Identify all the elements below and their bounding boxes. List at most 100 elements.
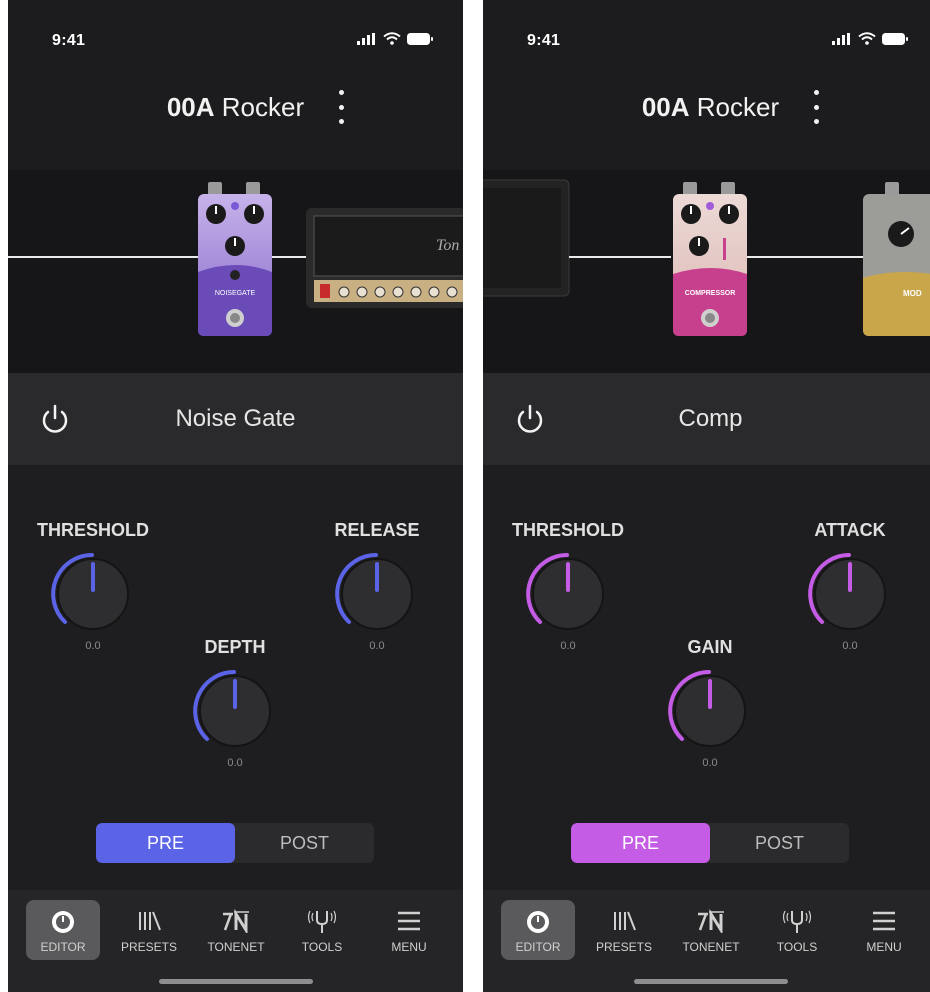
mod-pedal[interactable]: MOD — [861, 180, 930, 338]
signal-icon — [832, 32, 850, 45]
threshold-knob[interactable] — [518, 544, 618, 644]
mod-pedal-text: MOD — [903, 289, 922, 298]
tools-icon — [307, 910, 337, 933]
pre-post-toggle: PRE POST — [96, 823, 374, 863]
noise-gate-pedal[interactable]: NOISEGATE — [196, 180, 274, 338]
presets-icon — [139, 911, 161, 931]
attack-label: ATTACK — [814, 520, 886, 540]
effect-bar: Comp — [483, 373, 930, 465]
tab-tools[interactable]: TOOLS — [285, 900, 359, 960]
editor-icon — [52, 911, 74, 933]
threshold-label: THRESHOLD — [37, 520, 149, 540]
threshold-label: THRESHOLD — [512, 520, 624, 540]
tab-editor-label: EDITOR — [40, 940, 86, 954]
effect-bar: Noise Gate — [8, 373, 463, 465]
home-indicator — [159, 979, 313, 984]
status-bar: 9:41 — [8, 0, 463, 60]
preset-title[interactable]: 00A Rocker — [483, 92, 930, 123]
knob-panel: THRESHOLD 0.0 ATTACK 0.0 GAIN 0.0 PRE PO… — [483, 465, 930, 890]
tab-tools[interactable]: TOOLS — [760, 900, 834, 960]
tab-tonenet-label: TONENET — [207, 940, 265, 954]
gain-knob[interactable] — [660, 661, 760, 761]
amp-head[interactable]: Ton — [306, 208, 463, 308]
tab-bar: EDITOR PRESETS TONENET TOOLS MENU — [8, 890, 463, 992]
tab-tonenet[interactable]: TONENET — [199, 900, 273, 960]
attack-knob-group: ATTACK 0.0 — [790, 520, 910, 652]
signal-chain[interactable]: COMPRESSOR MOD — [483, 170, 930, 373]
effect-name: Noise Gate — [175, 405, 296, 432]
status-icons — [832, 32, 908, 45]
release-knob[interactable] — [327, 544, 427, 644]
tab-tools-label: TOOLS — [776, 940, 818, 954]
preset-number: 00A — [166, 92, 215, 122]
status-icons — [357, 32, 433, 45]
gain-knob-group: GAIN 0.0 — [650, 637, 770, 769]
pre-button[interactable]: PRE — [571, 823, 710, 863]
signal-chain[interactable]: NOISEGATE Ton — [8, 170, 463, 373]
preset-number: 00A — [641, 92, 690, 122]
input-cable — [8, 256, 203, 258]
home-indicator — [634, 979, 788, 984]
status-time: 9:41 — [52, 32, 86, 49]
status-time: 9:41 — [527, 32, 561, 49]
battery-icon — [407, 32, 433, 45]
battery-icon — [882, 32, 908, 45]
post-button[interactable]: POST — [235, 823, 374, 863]
signal-icon — [357, 32, 375, 45]
preset-name: Rocker — [696, 92, 780, 122]
preset-title[interactable]: 00A Rocker — [8, 92, 463, 123]
tab-bar: EDITOR PRESETS TONENET TOOLS MENU — [483, 890, 930, 992]
cable-to-mod — [745, 256, 865, 258]
editor-icon — [527, 911, 549, 933]
noise-gate-pedal-text: NOISEGATE — [215, 290, 256, 297]
tab-menu[interactable]: MENU — [847, 900, 921, 960]
tab-menu[interactable]: MENU — [372, 900, 446, 960]
more-options-icon[interactable] — [331, 90, 351, 124]
noise-gate-screen: 9:41 00A Rocker NOISEGATE Ton Noise Gate… — [8, 0, 463, 992]
tab-tonenet-label: TONENET — [682, 940, 740, 954]
more-options-icon[interactable] — [806, 90, 826, 124]
tab-tools-label: TOOLS — [301, 940, 343, 954]
status-bar: 9:41 — [483, 0, 930, 60]
tab-editor[interactable]: EDITOR — [501, 900, 575, 960]
tab-tonenet[interactable]: TONENET — [674, 900, 748, 960]
knob-panel: THRESHOLD 0.0 RELEASE 0.0 DEPTH 0.0 PRE … — [8, 465, 463, 890]
tab-presets-label: PRESETS — [120, 940, 177, 954]
tab-menu-label: MENU — [866, 940, 902, 954]
wifi-icon — [383, 32, 401, 45]
tab-presets-label: PRESETS — [595, 940, 652, 954]
pre-button[interactable]: PRE — [96, 823, 235, 863]
wifi-icon — [858, 32, 876, 45]
tonenet-icon — [698, 909, 724, 933]
cable-to-amp — [270, 256, 310, 258]
threshold-knob-group: THRESHOLD 0.0 — [508, 520, 628, 652]
depth-knob[interactable] — [185, 661, 285, 761]
comp-screen: 9:41 00A Rocker COMPRESSOR MOD Comp THRE… — [483, 0, 930, 992]
effect-name: Comp — [678, 405, 743, 432]
speaker-cabinet[interactable] — [483, 178, 571, 298]
tab-presets[interactable]: PRESETS — [587, 900, 661, 960]
release-knob-group: RELEASE 0.0 — [317, 520, 437, 652]
post-button[interactable]: POST — [710, 823, 849, 863]
depth-label: DEPTH — [204, 637, 266, 657]
tab-menu-label: MENU — [391, 940, 427, 954]
menu-icon — [873, 911, 895, 931]
tab-editor[interactable]: EDITOR — [26, 900, 100, 960]
pre-post-toggle: PRE POST — [571, 823, 849, 863]
tools-icon — [782, 910, 812, 933]
preset-header: 00A Rocker — [8, 60, 463, 170]
threshold-knob-group: THRESHOLD 0.0 — [33, 520, 153, 652]
tab-presets[interactable]: PRESETS — [112, 900, 186, 960]
cable-to-comp — [569, 256, 671, 258]
attack-knob[interactable] — [800, 544, 900, 644]
tab-editor-label: EDITOR — [515, 940, 561, 954]
gain-label: GAIN — [687, 637, 733, 657]
tonenet-icon — [223, 909, 249, 933]
preset-name: Rocker — [221, 92, 305, 122]
presets-icon — [614, 911, 636, 931]
threshold-knob[interactable] — [43, 544, 143, 644]
compressor-pedal[interactable]: COMPRESSOR — [671, 180, 749, 338]
compressor-pedal-text: COMPRESSOR — [685, 290, 736, 297]
depth-knob-group: DEPTH 0.0 — [175, 637, 295, 769]
amp-brand-text: Ton — [436, 237, 459, 254]
